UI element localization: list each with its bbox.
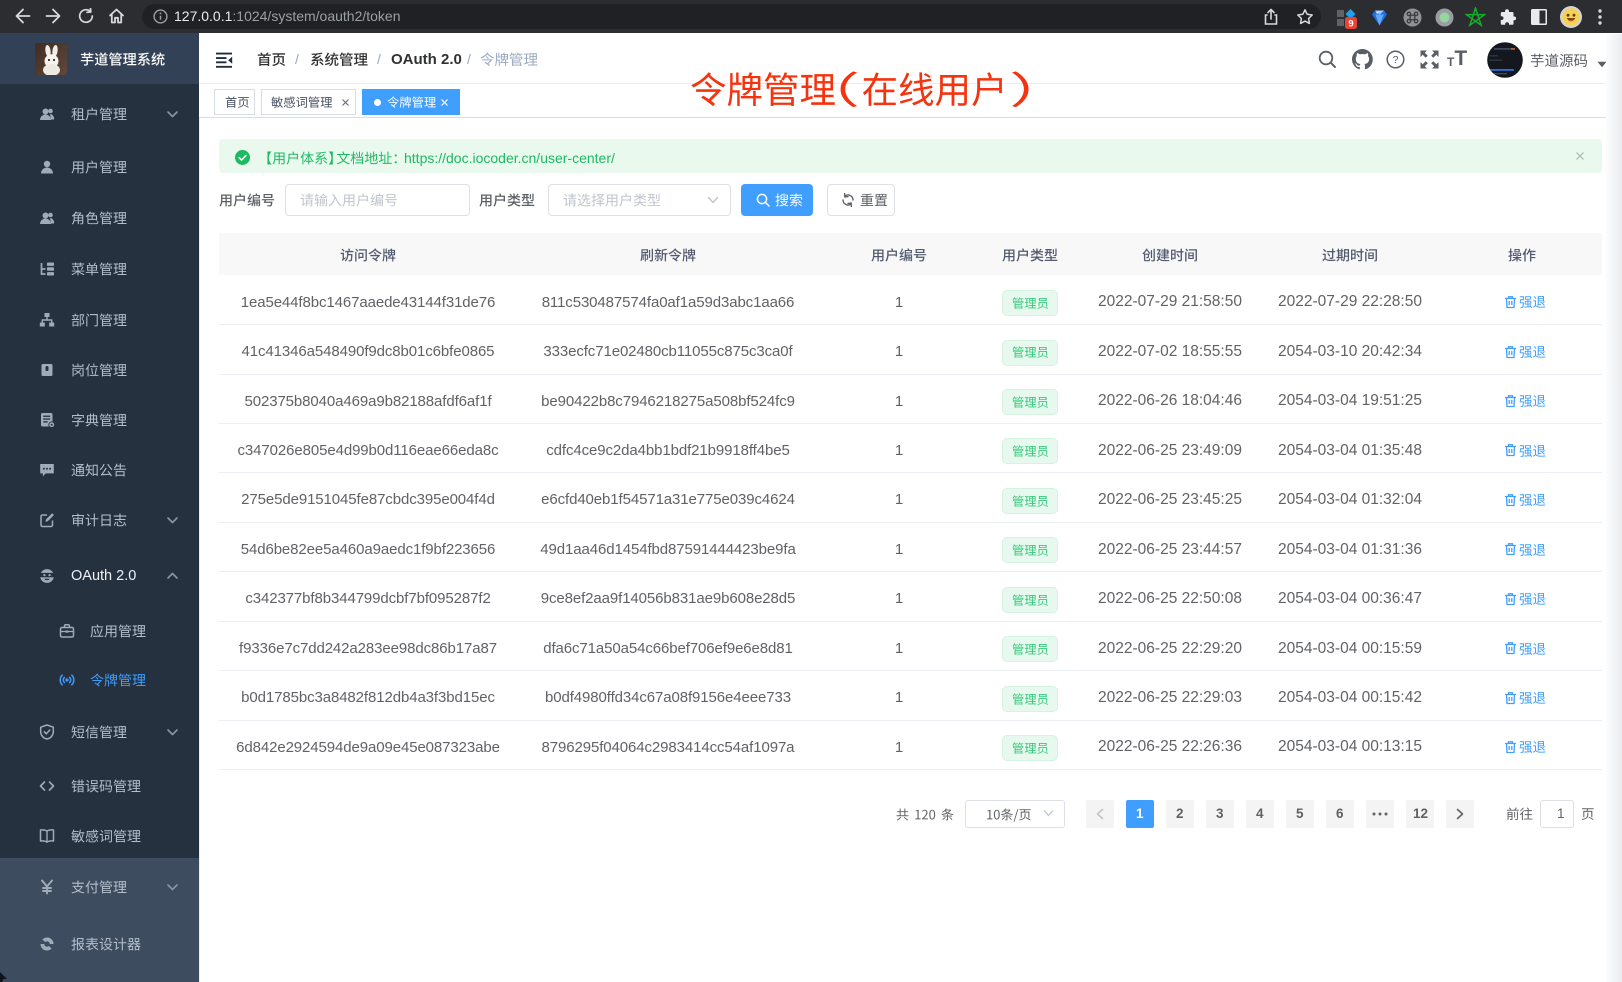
svg-text:9: 9 — [1348, 19, 1353, 30]
svg-text:?: ? — [1393, 54, 1399, 66]
